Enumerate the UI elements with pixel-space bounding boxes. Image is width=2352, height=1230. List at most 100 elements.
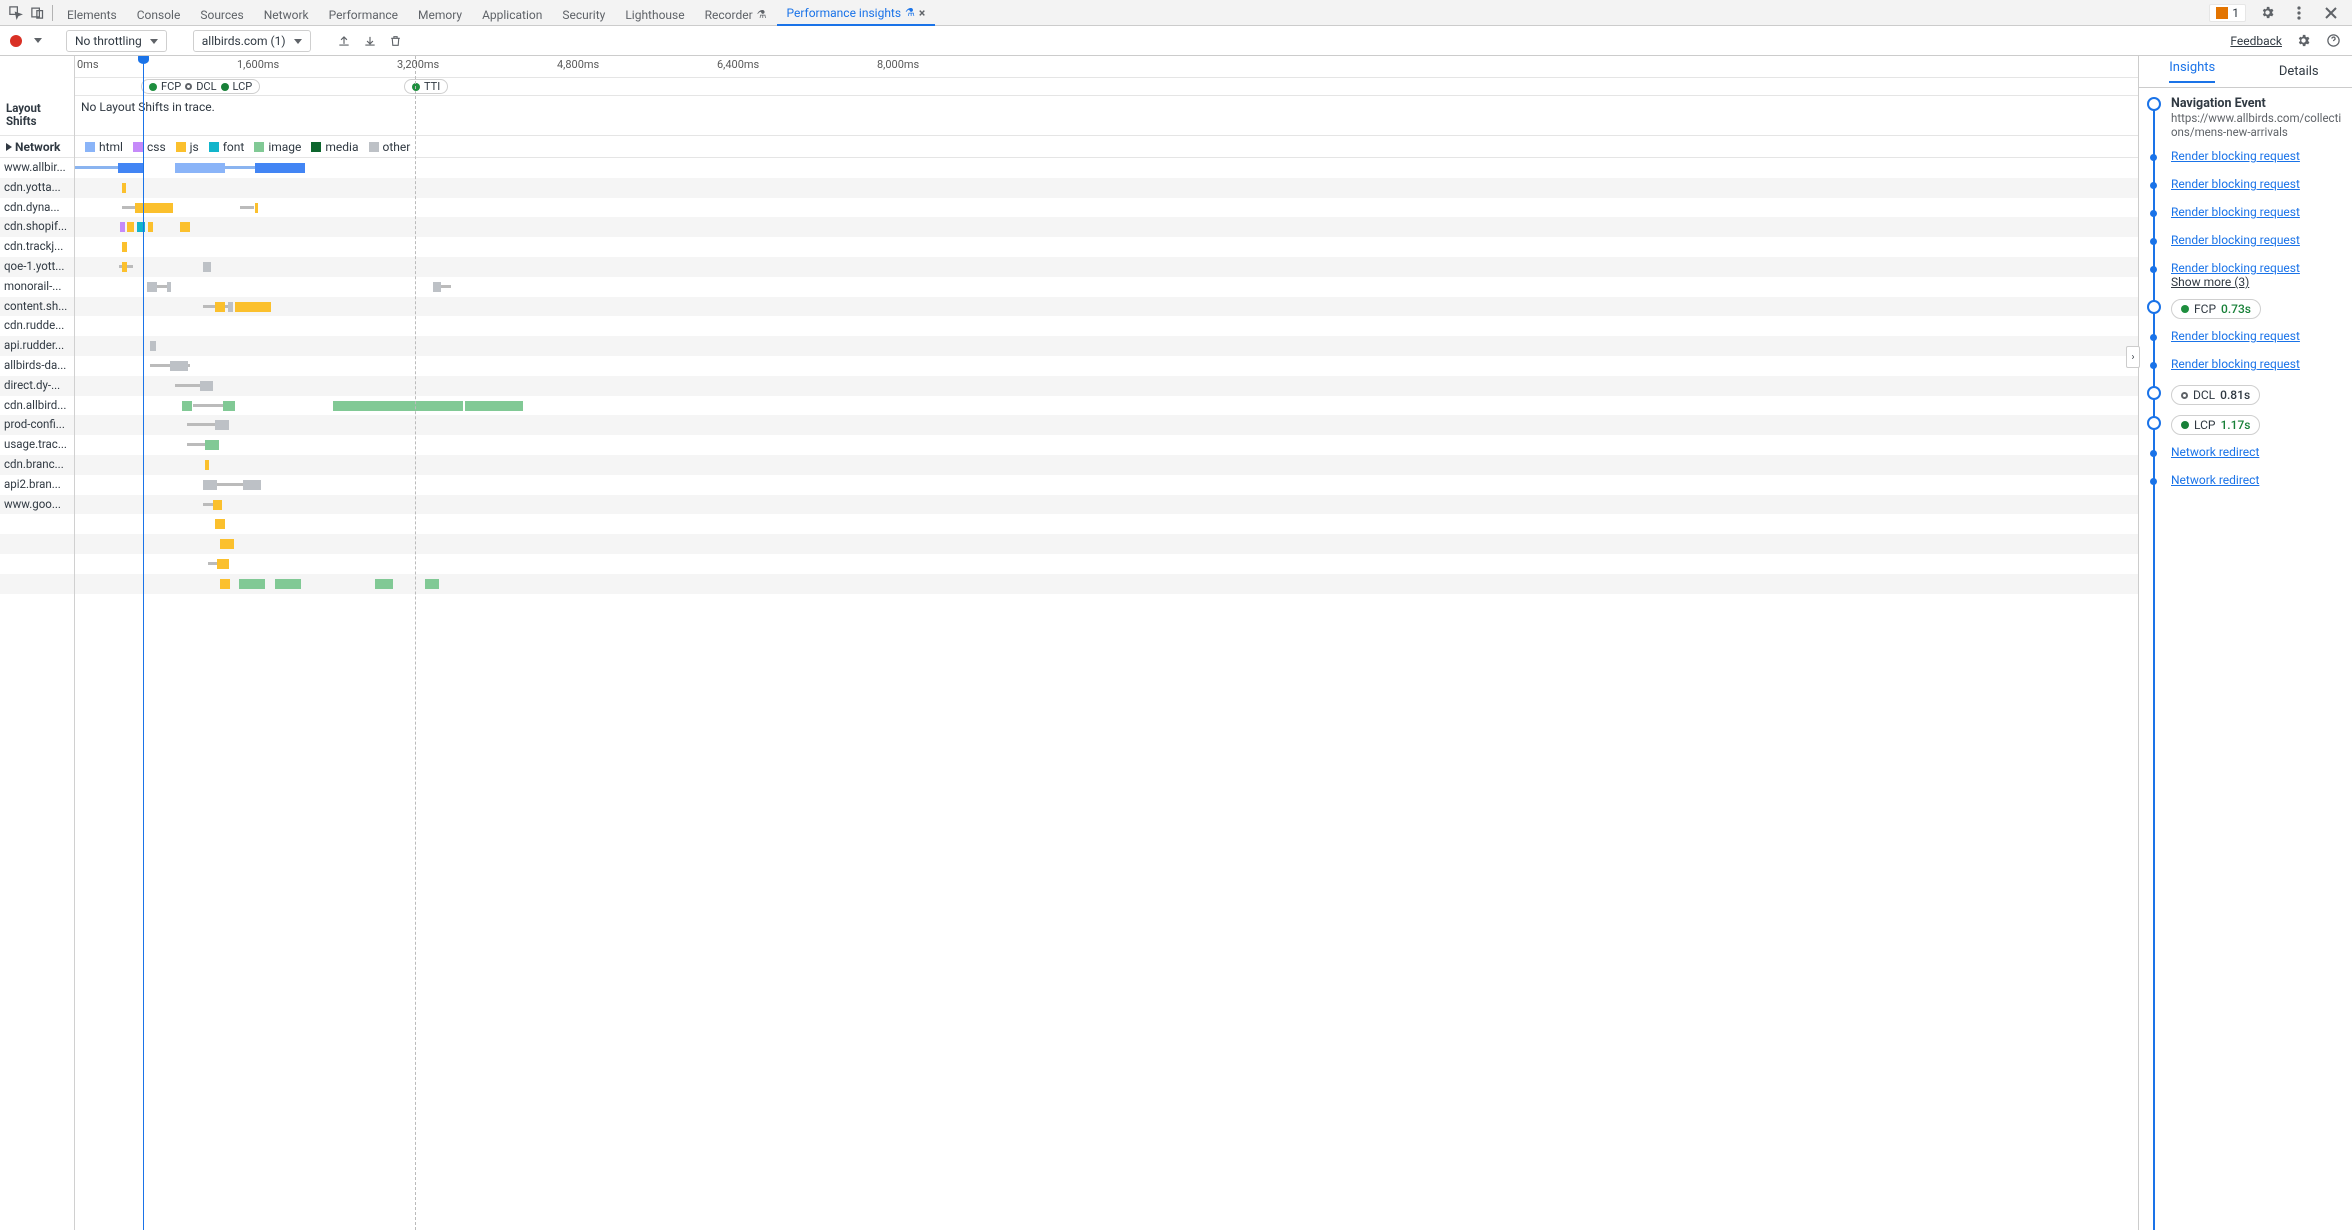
host-label[interactable]: cdn.yotta... [0, 178, 74, 198]
host-label[interactable] [0, 514, 74, 534]
host-label[interactable]: cdn.rudde... [0, 316, 74, 336]
insight-render-block[interactable]: Render blocking request [2143, 329, 2346, 347]
insight-render-block[interactable]: Render blocking request [2143, 357, 2346, 375]
waterfall-row[interactable] [75, 257, 2138, 277]
insight-network-redirect[interactable]: Network redirect [2143, 473, 2346, 491]
host-label[interactable] [0, 554, 74, 574]
host-label[interactable]: monorail-... [0, 277, 74, 297]
network-waterfall[interactable] [75, 158, 2138, 594]
insight-dcl[interactable]: DCL 0.81s [2143, 385, 2346, 405]
timeline-node-icon [2147, 300, 2161, 314]
close-devtools-icon[interactable] [2320, 2, 2342, 24]
insight-render-block[interactable]: Render blocking request [2143, 205, 2346, 223]
timeline-chart[interactable]: 0ms 1,600ms 3,200ms 4,800ms 6,400ms 8,00… [75, 56, 2138, 1230]
waterfall-row[interactable] [75, 376, 2138, 396]
insight-network-redirect[interactable]: Network redirect [2143, 445, 2346, 463]
show-more-link[interactable]: Show more (3) [2171, 275, 2249, 289]
tab-sources[interactable]: Sources [190, 4, 253, 26]
inspect-element-icon[interactable] [4, 2, 26, 24]
host-label[interactable]: cdn.trackj... [0, 237, 74, 257]
delete-icon[interactable] [387, 32, 405, 50]
waterfall-row[interactable] [75, 336, 2138, 356]
insight-render-block[interactable]: Render blocking request [2143, 233, 2346, 251]
tab-details[interactable]: Details [2246, 56, 2352, 87]
green-dot-icon [2181, 305, 2189, 313]
tab-insights[interactable]: Insights [2139, 56, 2246, 87]
host-label[interactable]: content.sh... [0, 297, 74, 317]
tab-recorder[interactable]: Recorder⚗ [695, 4, 777, 26]
record-menu-caret[interactable] [34, 38, 42, 43]
kebab-menu-icon[interactable] [2288, 2, 2310, 24]
insight-render-block[interactable]: Render blocking request [2143, 149, 2346, 167]
waterfall-row[interactable] [75, 534, 2138, 554]
tab-console[interactable]: Console [127, 4, 191, 26]
host-label[interactable]: allbirds-da... [0, 356, 74, 376]
host-label[interactable]: cdn.allbird... [0, 396, 74, 416]
tab-network[interactable]: Network [254, 4, 319, 26]
host-label[interactable]: qoe-1.yott... [0, 257, 74, 277]
upload-icon[interactable] [335, 32, 353, 50]
tab-performance[interactable]: Performance [319, 4, 408, 26]
swatch-other [369, 142, 379, 152]
marker-tti[interactable]: TTI [404, 79, 448, 94]
waterfall-row[interactable] [75, 475, 2138, 495]
waterfall-row[interactable] [75, 198, 2138, 218]
waterfall-row[interactable] [75, 237, 2138, 257]
waterfall-row[interactable] [75, 297, 2138, 317]
tab-security[interactable]: Security [552, 4, 615, 26]
waterfall-row[interactable] [75, 316, 2138, 336]
page-select[interactable]: allbirds.com (1) [193, 30, 311, 52]
download-icon[interactable] [361, 32, 379, 50]
waterfall-row[interactable] [75, 514, 2138, 534]
host-label[interactable]: cdn.dyna... [0, 198, 74, 218]
waterfall-row[interactable] [75, 277, 2138, 297]
waterfall-row[interactable] [75, 455, 2138, 475]
network-section-label[interactable]: Network [0, 136, 74, 158]
throttling-select[interactable]: No throttling [66, 30, 167, 52]
tab-performance-insights[interactable]: Performance insights⚗× [777, 2, 936, 26]
record-button[interactable] [10, 35, 22, 47]
waterfall-row[interactable] [75, 396, 2138, 416]
time-ruler[interactable]: 0ms 1,600ms 3,200ms 4,800ms 6,400ms 8,00… [75, 56, 2138, 78]
waterfall-row[interactable] [75, 158, 2138, 178]
device-toggle-icon[interactable] [26, 2, 48, 24]
host-label[interactable]: api2.bran... [0, 475, 74, 495]
insights-timeline[interactable]: Navigation Event https://www.allbirds.co… [2139, 88, 2352, 1230]
waterfall-row[interactable] [75, 356, 2138, 376]
insight-navigation[interactable]: Navigation Event https://www.allbirds.co… [2143, 96, 2346, 139]
waterfall-row[interactable] [75, 554, 2138, 574]
host-label[interactable] [0, 574, 74, 594]
host-label[interactable]: www.goo... [0, 495, 74, 515]
feedback-link[interactable]: Feedback [2230, 34, 2282, 48]
host-label[interactable]: direct.dy-... [0, 376, 74, 396]
help-icon[interactable] [2324, 32, 2342, 50]
insight-lcp[interactable]: LCP 1.17s [2143, 415, 2346, 435]
host-label[interactable]: cdn.shopif... [0, 217, 74, 237]
host-label[interactable]: usage.trac... [0, 435, 74, 455]
insight-render-block[interactable]: Render blocking request [2143, 177, 2346, 195]
waterfall-row[interactable] [75, 574, 2138, 594]
tab-elements[interactable]: Elements [57, 4, 127, 26]
waterfall-row[interactable] [75, 178, 2138, 198]
waterfall-row[interactable] [75, 435, 2138, 455]
marker-fcp-dcl-lcp[interactable]: FCP DCL LCP [141, 79, 260, 94]
insight-fcp[interactable]: FCP 0.73s [2143, 299, 2346, 319]
waterfall-row[interactable] [75, 495, 2138, 515]
collapse-sidebar-handle[interactable]: › [2126, 346, 2140, 368]
close-tab-icon[interactable]: × [919, 6, 925, 20]
host-label[interactable]: www.allbir... [0, 158, 74, 178]
host-label[interactable] [0, 534, 74, 554]
warning-icon [2216, 7, 2228, 19]
insight-render-block[interactable]: Render blocking requestShow more (3) [2143, 261, 2346, 289]
waterfall-row[interactable] [75, 415, 2138, 435]
settings-gear-icon[interactable] [2256, 2, 2278, 24]
tab-lighthouse[interactable]: Lighthouse [615, 4, 694, 26]
tab-memory[interactable]: Memory [408, 4, 472, 26]
host-label[interactable]: api.rudder... [0, 336, 74, 356]
host-label[interactable]: cdn.branc... [0, 455, 74, 475]
host-label[interactable]: prod-confi... [0, 415, 74, 435]
tab-application[interactable]: Application [472, 4, 552, 26]
waterfall-row[interactable] [75, 217, 2138, 237]
panel-settings-icon[interactable] [2294, 32, 2312, 50]
issues-badge[interactable]: 1 [2209, 4, 2246, 22]
